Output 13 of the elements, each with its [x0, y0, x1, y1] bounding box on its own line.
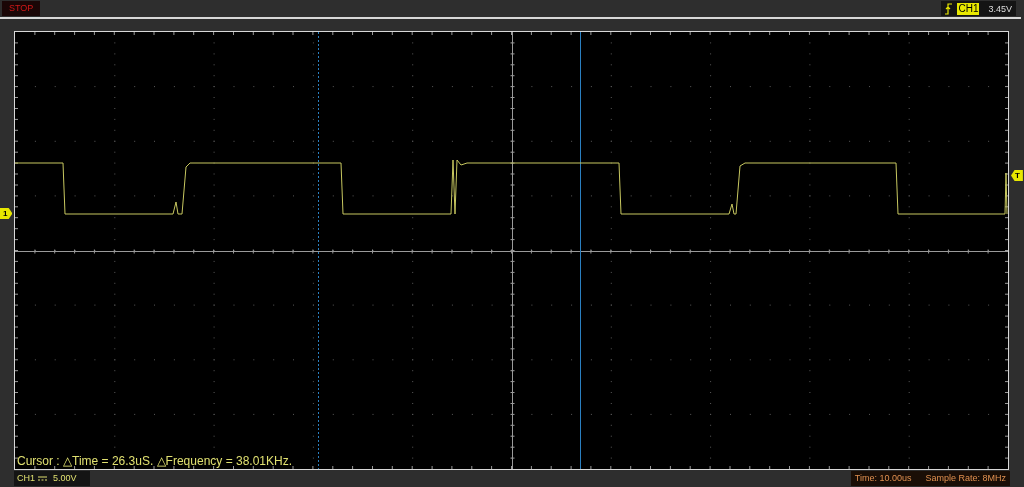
- rising-edge-icon: [945, 2, 953, 15]
- trigger-level: 3.45V: [987, 2, 1012, 15]
- cursor-readout: Cursor : △Time = 26.3uS. △Frequency = 38.01KHz.: [17, 454, 292, 468]
- channel-marker[interactable]: 1: [0, 208, 13, 219]
- trigger-channel: CH1: [957, 2, 980, 15]
- trigger-marker[interactable]: T: [1011, 170, 1023, 181]
- timebase-label: Time: 10.00us: [854, 471, 912, 485]
- sample-rate-label: Sample Rate: 8MHz: [925, 471, 1006, 485]
- channel-label: CH1: [17, 471, 35, 485]
- dc-coupling-icon: [38, 476, 47, 481]
- cursor-line[interactable]: [318, 32, 319, 469]
- stop-button[interactable]: STOP: [2, 1, 41, 16]
- channel-scale: 5.00V: [52, 471, 78, 485]
